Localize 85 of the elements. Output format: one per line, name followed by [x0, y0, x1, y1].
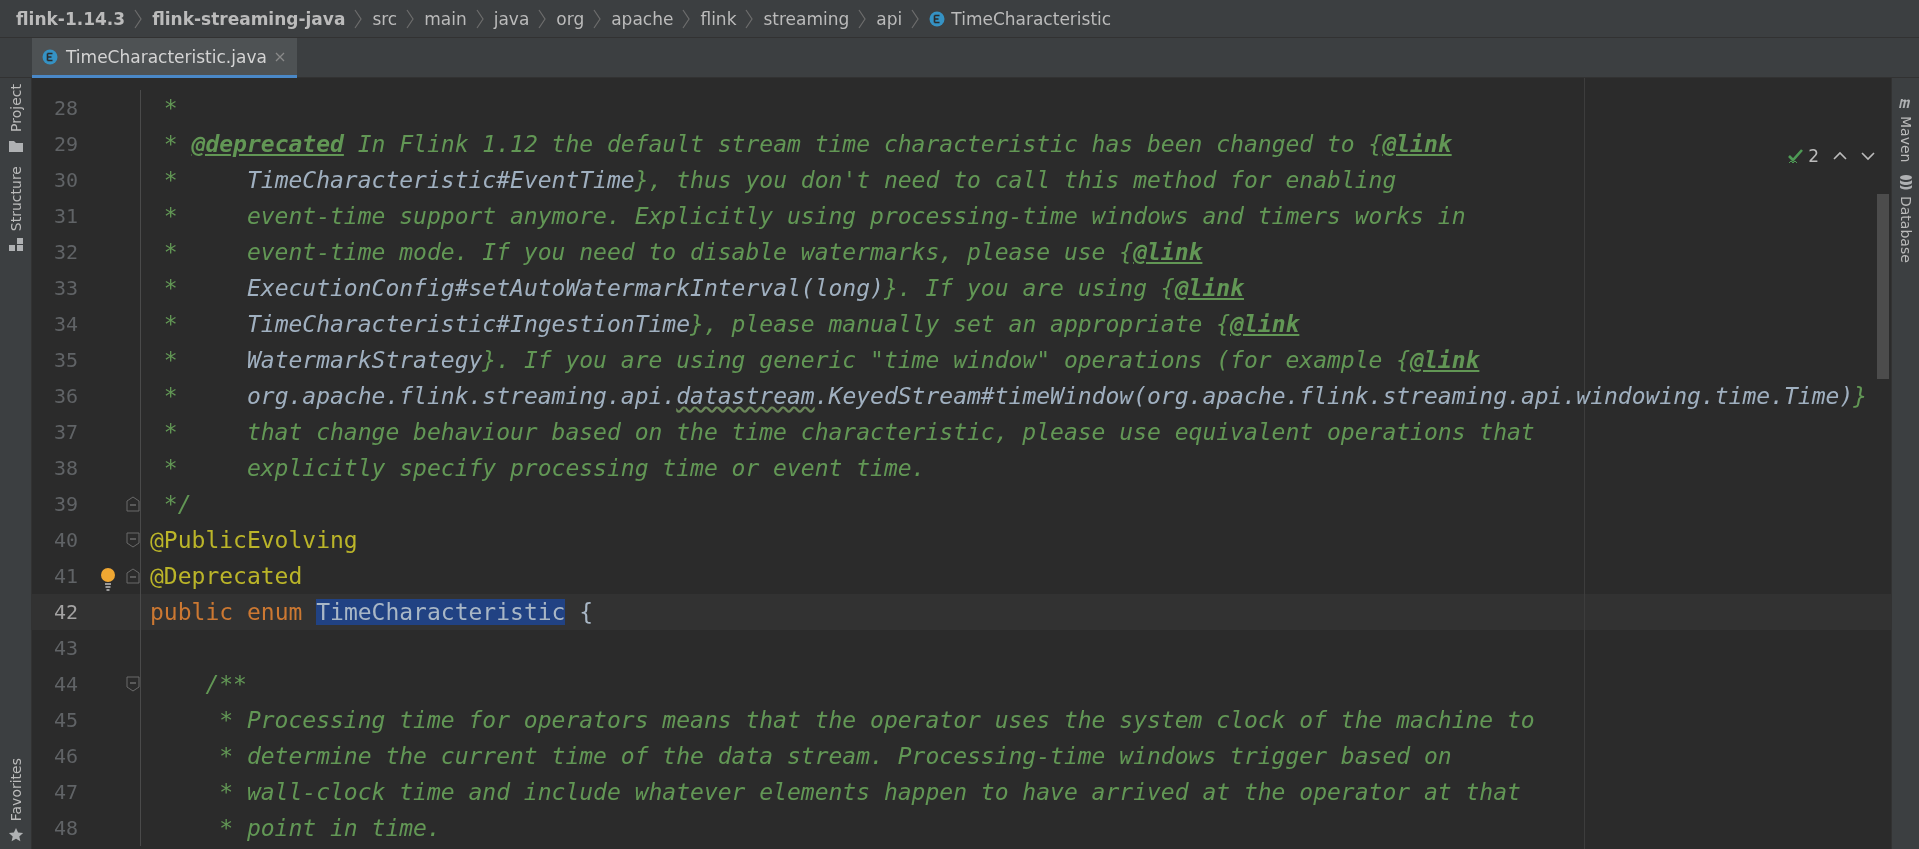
code-line: * @deprecated In Flink 1.12 the default stream time characteristic has been changed to {@link [162, 131, 1452, 157]
structure-icon [7, 237, 24, 254]
code-line: @PublicEvolving [150, 527, 358, 553]
line-number: 37 [52, 420, 78, 444]
breadcrumb-item[interactable]: java [493, 8, 530, 29]
tool-window-button[interactable]: Maven [1897, 88, 1914, 169]
line-number: 46 [52, 744, 78, 768]
fold-marker-icon[interactable] [126, 496, 140, 512]
line-number: 45 [52, 708, 78, 732]
code-line: */ [162, 491, 192, 517]
tab-label: TimeCharacteristic.java [66, 46, 267, 67]
line-number: 44 [52, 672, 78, 696]
line-number: 42 [52, 600, 78, 624]
code-line: * event-time support anymore. Explicitly using processing-time windows and timers works in [162, 203, 1466, 229]
database-icon [1897, 174, 1914, 191]
code-line: * TimeCharacteristic#IngestionTime}, please manually set an appropriate {@link [162, 311, 1300, 337]
line-number: 38 [52, 456, 78, 480]
line-number: 35 [52, 348, 78, 372]
fold-marker-icon[interactable] [126, 532, 140, 548]
fold-marker-icon[interactable] [126, 568, 140, 584]
breadcrumb-item[interactable]: api [876, 8, 903, 29]
scrollbar-thumb[interactable] [1877, 194, 1889, 379]
breadcrumb-item[interactable]: streaming [763, 8, 850, 29]
breadcrumb-item[interactable]: flink [700, 8, 737, 29]
tool-window-button[interactable]: Database [1897, 168, 1914, 270]
code-line: * point in time. [218, 815, 441, 841]
line-number: 41 [52, 564, 78, 588]
breadcrumb-item[interactable]: flink-1.14.3 [16, 8, 126, 29]
line-number: 39 [52, 492, 78, 516]
code-line: * ExecutionConfig#setAutoWatermarkInterval(long)}. If you are using {@link [162, 275, 1244, 301]
line-number: 48 [52, 816, 78, 840]
line-number: 28 [52, 96, 78, 120]
lightbulb-icon[interactable] [100, 567, 116, 593]
line-number: 32 [52, 240, 78, 264]
chevron-icon [858, 8, 868, 29]
line-number: 47 [52, 780, 78, 804]
enum-icon [42, 48, 58, 65]
file-tab[interactable]: TimeCharacteristic.java [32, 38, 297, 78]
enum-icon [929, 10, 946, 27]
check-icon [1787, 148, 1806, 164]
breadcrumb-item[interactable]: apache [611, 8, 674, 29]
chevron-icon [745, 8, 755, 29]
code-line: * explicitly specify processing time or event time. [162, 455, 926, 481]
code-line: /** [204, 671, 247, 697]
line-number: 33 [52, 276, 78, 300]
code-line: * wall-clock time and include whatever elements happen to have arrived at the operator at that [218, 779, 1521, 805]
line-number: 40 [52, 528, 78, 552]
fold-marker-icon[interactable] [126, 676, 140, 692]
chevron-icon [354, 8, 364, 29]
breadcrumb-item[interactable]: src [372, 8, 398, 29]
chevron-icon [406, 8, 416, 29]
breadcrumb-item[interactable]: flink-streaming-java [152, 8, 346, 29]
chevron-icon [134, 8, 144, 29]
tool-window-button[interactable]: Favorites [7, 751, 24, 849]
breadcrumb-item[interactable]: main [424, 8, 467, 29]
line-number: 34 [52, 312, 78, 336]
code-line: * WatermarkStrategy}. If you are using generic "time window" operations (for example {@link [162, 347, 1480, 373]
inspection-count[interactable]: 2 [1808, 146, 1819, 166]
code-line: * [162, 95, 178, 121]
tool-window-button[interactable]: Project [7, 78, 24, 160]
breadcrumb-item[interactable]: TimeCharacteristic [929, 8, 1112, 29]
tool-window-button[interactable]: Structure [7, 159, 24, 260]
line-number: 30 [52, 168, 78, 192]
chevron-icon [538, 8, 548, 29]
code-line: * Processing time for operators means that the operator uses the system clock of the machine to [218, 707, 1535, 733]
line-number: 43 [52, 636, 78, 660]
code-line: public enum TimeCharacteristic { [150, 599, 594, 625]
line-number: 31 [52, 204, 78, 228]
star-icon [7, 827, 24, 843]
code-line: * org.apache.flink.streaming.api.datastream.KeyedStream#timeWindow(org.apache.flink.streaming.api.windowing.time.Time)} [162, 383, 1868, 409]
chevron-icon [682, 8, 692, 29]
chevron-icon [911, 8, 921, 29]
code-line: * determine the current time of the data stream. Processing-time windows trigger based on [218, 743, 1452, 769]
close-icon[interactable] [274, 51, 285, 62]
breadcrumb-item[interactable]: org [556, 8, 585, 29]
chevron-up-icon[interactable] [1833, 151, 1847, 161]
line-number: 29 [52, 132, 78, 156]
line-number: 36 [52, 384, 78, 408]
chevron-icon [593, 8, 603, 29]
code-line: * event-time mode. If you need to disable watermarks, please use {@link [162, 239, 1203, 265]
code-line: * TimeCharacteristic#EventTime}, thus you don't need to call this method for enabling [162, 167, 1397, 193]
code-line: * that change behaviour based on the time characteristic, please use equivalent operations that [162, 419, 1535, 445]
code-line: @Deprecated [150, 563, 303, 589]
chevron-down-icon[interactable] [1861, 151, 1875, 161]
chevron-icon [475, 8, 485, 29]
